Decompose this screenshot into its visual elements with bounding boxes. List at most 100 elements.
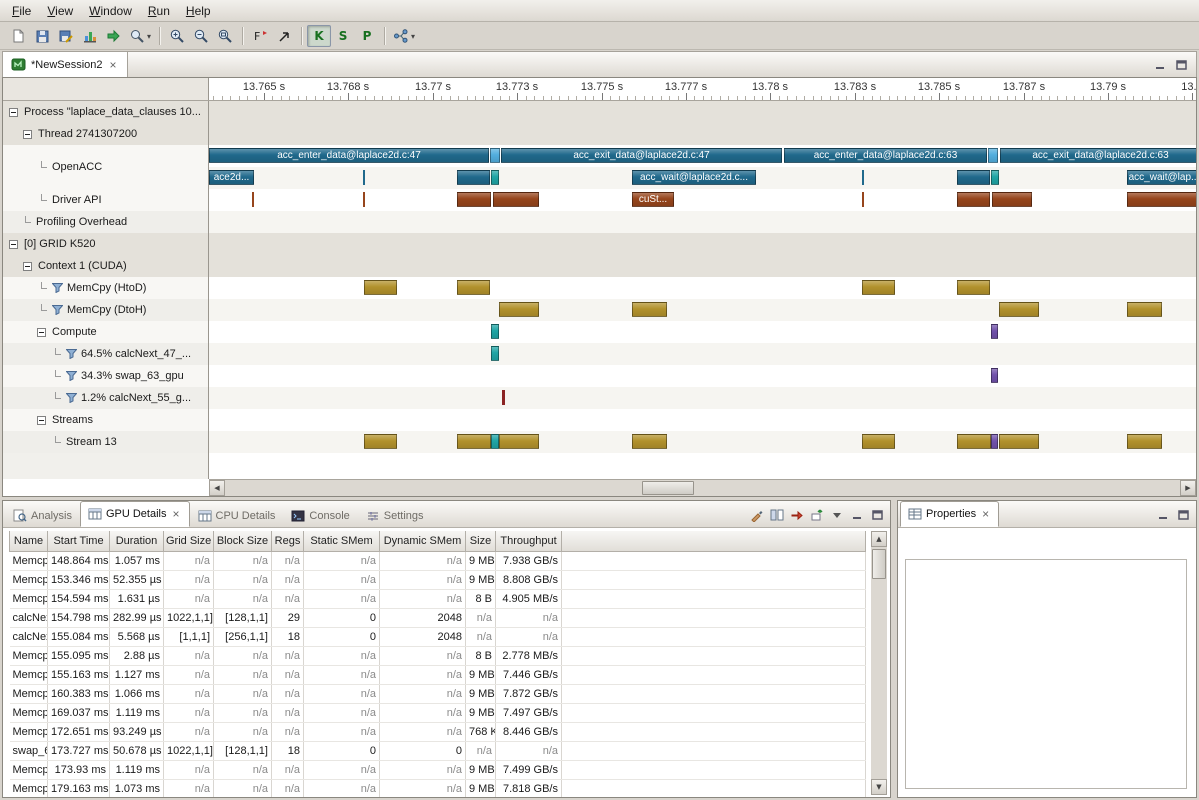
tree-row-0-grid-k520[interactable]: [0] GRID K520 [3, 233, 208, 255]
focus-selection-button[interactable] [788, 507, 806, 523]
table-cell[interactable] [562, 779, 866, 797]
table-cell[interactable]: n/a [164, 703, 214, 722]
table-row[interactable]: Memcpy148.864 ms1.057 msn/an/an/an/an/a9… [10, 551, 866, 570]
timeline-interval[interactable]: cuSt... [632, 192, 674, 207]
timeline-lane-64-5-calcnext-47[interactable] [209, 343, 1196, 365]
table-cell[interactable]: n/a [496, 741, 562, 760]
timeline-interval[interactable] [363, 192, 365, 207]
collapse-toggle-icon[interactable] [9, 240, 18, 249]
table-cell[interactable]: 173.93 ms [48, 760, 110, 779]
close-icon[interactable]: × [980, 507, 991, 521]
table-cell[interactable]: 0 [380, 741, 466, 760]
timeline-interval[interactable] [862, 280, 895, 295]
table-cell[interactable]: Memcpy [10, 722, 48, 741]
table-cell[interactable]: n/a [272, 551, 304, 570]
table-cell[interactable]: n/a [304, 570, 380, 589]
timeline-hscrollbar[interactable]: ◀ ▶ [209, 479, 1196, 496]
table-cell[interactable]: n/a [380, 589, 466, 608]
table-cell[interactable]: n/a [304, 665, 380, 684]
table-cell[interactable]: 50.678 µs [110, 741, 164, 760]
timeline-interval[interactable] [363, 170, 365, 185]
timeline-lane-0-grid-k520[interactable] [209, 233, 1196, 255]
table-cell[interactable] [562, 608, 866, 627]
timeline-interval[interactable] [491, 170, 499, 185]
table-cell[interactable]: n/a [272, 646, 304, 665]
table-cell[interactable]: n/a [380, 665, 466, 684]
table-cell[interactable] [562, 646, 866, 665]
table-cell[interactable]: 768 KB [466, 722, 496, 741]
table-cell[interactable]: n/a [214, 722, 272, 741]
table-cell[interactable]: 1.119 ms [110, 703, 164, 722]
table-row[interactable]: Memcpy155.095 ms2.88 µsn/an/an/an/an/a8 … [10, 646, 866, 665]
table-cell[interactable]: 52.355 µs [110, 570, 164, 589]
table-cell[interactable]: 148.864 ms [48, 551, 110, 570]
table-cell[interactable]: n/a [380, 646, 466, 665]
view-menu-button[interactable] [828, 507, 846, 523]
table-cell[interactable]: 9 MB [466, 570, 496, 589]
table-cell[interactable]: 7.818 GB/s [496, 779, 562, 797]
timeline-interval[interactable] [364, 434, 397, 449]
save-session-button[interactable] [30, 25, 54, 47]
table-cell[interactable]: 172.651 ms [48, 722, 110, 741]
table-cell[interactable]: n/a [496, 608, 562, 627]
table-cell[interactable]: 155.084 ms [48, 627, 110, 646]
timeline-interval[interactable] [991, 434, 998, 449]
table-cell[interactable]: Memcpy [10, 570, 48, 589]
timeline-interval[interactable] [457, 170, 490, 185]
table-cell[interactable] [562, 760, 866, 779]
timeline-interval[interactable] [988, 148, 998, 163]
table-cell[interactable] [562, 741, 866, 760]
table-cell[interactable]: 7.497 GB/s [496, 703, 562, 722]
tab-session[interactable]: *NewSession2 × [3, 52, 128, 77]
tab-analysis[interactable]: Analysis [5, 504, 80, 527]
table-cell[interactable] [562, 589, 866, 608]
table-cell[interactable]: n/a [304, 589, 380, 608]
table-row[interactable]: Memcpy153.346 ms52.355 µsn/an/an/an/an/a… [10, 570, 866, 589]
table-cell[interactable]: n/a [214, 665, 272, 684]
table-cell[interactable]: n/a [164, 665, 214, 684]
scroll-down-icon[interactable]: ▼ [871, 779, 887, 795]
table-cell[interactable]: 2.88 µs [110, 646, 164, 665]
collapse-toggle-icon[interactable] [9, 108, 18, 117]
layout-button[interactable] [768, 507, 786, 523]
tab-cpu-details[interactable]: CPU Details [190, 504, 284, 527]
tab-console[interactable]: Console [283, 504, 357, 527]
table-cell[interactable]: n/a [466, 608, 496, 627]
table-row[interactable]: calcNext154.798 ms282.99 µs1022,1,1][128… [10, 608, 866, 627]
table-row[interactable]: Memcpy169.037 ms1.119 msn/an/an/an/an/a9… [10, 703, 866, 722]
table-cell[interactable]: 93.249 µs [110, 722, 164, 741]
column-header-duration[interactable]: Duration [110, 531, 164, 551]
table-cell[interactable]: 173.727 ms [48, 741, 110, 760]
timeline-lane-process-laplace-data-clauses-10[interactable] [209, 101, 1196, 123]
table-cell[interactable]: 18 [272, 627, 304, 646]
table-cell[interactable]: Memcpy [10, 779, 48, 797]
table-cell[interactable]: n/a [304, 646, 380, 665]
time-ruler[interactable]: 13.765 s13.768 s13.77 s13.773 s13.775 s1… [209, 78, 1196, 100]
table-cell[interactable]: n/a [272, 665, 304, 684]
table-row[interactable]: calcNext155.084 ms5.568 µs[1,1,1][256,1,… [10, 627, 866, 646]
tree-row-34-3-swap-63-gpu[interactable]: 34.3% swap_63_gpu [3, 365, 208, 387]
table-cell[interactable]: n/a [164, 589, 214, 608]
menu-help[interactable]: Help [178, 1, 219, 21]
table-cell[interactable]: 18 [272, 741, 304, 760]
tree-row-driver-api[interactable]: Driver API [3, 189, 208, 211]
tree-row-compute[interactable]: Compute [3, 321, 208, 343]
column-header-start-time[interactable]: Start Time [48, 531, 110, 551]
table-cell[interactable]: 0 [304, 741, 380, 760]
timeline-interval[interactable] [457, 280, 490, 295]
timeline-interval[interactable] [862, 192, 864, 207]
dropdown-caret-icon[interactable]: ▾ [411, 32, 415, 41]
table-cell[interactable]: n/a [272, 703, 304, 722]
timeline-lane-context-1-cuda[interactable] [209, 255, 1196, 277]
timeline-interval[interactable] [632, 434, 667, 449]
timeline-interval[interactable] [1127, 302, 1162, 317]
minimize-panel-button[interactable] [1154, 507, 1172, 523]
timeline-interval[interactable] [491, 324, 499, 339]
table-cell[interactable]: calcNext [10, 608, 48, 627]
timeline-interval[interactable]: acc_enter_data@laplace2d.c:47 [209, 148, 489, 163]
timeline-interval[interactable] [999, 302, 1039, 317]
table-cell[interactable]: n/a [214, 589, 272, 608]
menu-run[interactable]: Run [140, 1, 178, 21]
select-marker-button[interactable] [272, 25, 296, 47]
menu-view[interactable]: View [39, 1, 81, 21]
